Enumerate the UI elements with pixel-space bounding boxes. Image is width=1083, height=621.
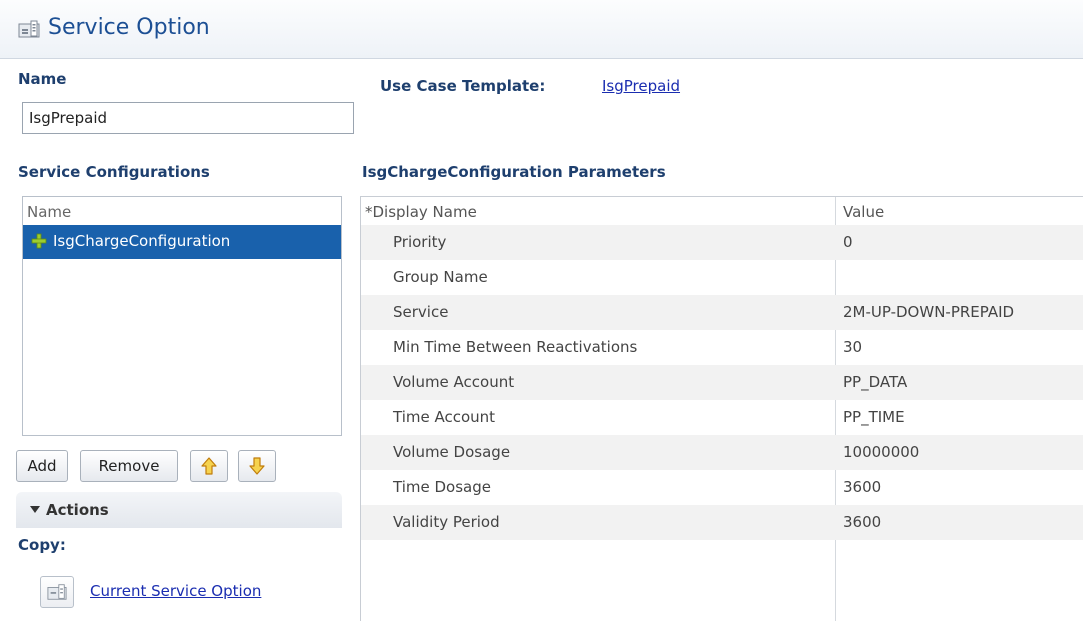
table-row[interactable]: Priority 0 xyxy=(361,225,1083,260)
table-row[interactable]: Min Time Between Reactivations 30 xyxy=(361,330,1083,365)
list-item-label: IsgChargeConfiguration xyxy=(53,232,231,250)
param-value[interactable]: PP_TIME xyxy=(843,408,905,426)
table-row[interactable]: Service 2M-UP-DOWN-PREPAID xyxy=(361,295,1083,330)
param-name: Service xyxy=(393,303,449,321)
plus-icon xyxy=(31,233,47,249)
param-name: Time Dosage xyxy=(393,478,491,496)
name-label: Name xyxy=(18,70,67,88)
table-row[interactable]: Validity Period 3600 xyxy=(361,505,1083,540)
param-value[interactable]: 2M-UP-DOWN-PREPAID xyxy=(843,303,1014,321)
parameters-table: *Display Name Value Priority 0 Group Nam… xyxy=(360,196,1083,621)
table-row[interactable]: Volume Account PP_DATA xyxy=(361,365,1083,400)
parameters-heading: IsgChargeConfiguration Parameters xyxy=(362,163,666,181)
current-service-option-link[interactable]: Current Service Option xyxy=(90,582,261,600)
display-name-column-header[interactable]: *Display Name xyxy=(365,203,477,221)
param-value[interactable]: 3600 xyxy=(843,478,881,496)
use-case-template-link[interactable]: IsgPrepaid xyxy=(602,77,680,95)
actions-title: Actions xyxy=(46,501,109,519)
param-name: Volume Account xyxy=(393,373,515,391)
param-value[interactable]: 10000000 xyxy=(843,443,919,461)
service-option-icon xyxy=(47,584,67,600)
param-name: Min Time Between Reactivations xyxy=(393,338,638,356)
param-name: Time Account xyxy=(393,408,496,426)
param-name: Validity Period xyxy=(393,513,500,531)
list-column-header: Name xyxy=(27,203,72,221)
param-name: Group Name xyxy=(393,268,488,286)
add-button[interactable]: Add xyxy=(16,450,68,482)
value-column-header[interactable]: Value xyxy=(843,203,884,221)
page-header: Service Option xyxy=(0,0,1083,59)
name-input[interactable] xyxy=(22,102,354,134)
table-row[interactable]: Volume Dosage 10000000 xyxy=(361,435,1083,470)
param-value[interactable]: 3600 xyxy=(843,513,881,531)
arrow-up-icon xyxy=(201,457,217,475)
param-value[interactable]: 0 xyxy=(843,233,853,251)
triangle-down-icon xyxy=(30,506,40,513)
move-down-button[interactable] xyxy=(238,450,276,482)
service-configurations-list[interactable]: Name IsgChargeConfiguration xyxy=(22,196,342,436)
service-option-icon xyxy=(18,20,40,38)
move-up-button[interactable] xyxy=(190,450,228,482)
list-item[interactable]: IsgChargeConfiguration xyxy=(23,225,341,259)
table-row[interactable]: Time Dosage 3600 xyxy=(361,470,1083,505)
use-case-template-label: Use Case Template: xyxy=(380,77,546,95)
remove-button[interactable]: Remove xyxy=(80,450,178,482)
actions-panel: Actions Copy: Current Service Option xyxy=(16,492,342,620)
service-configurations-heading: Service Configurations xyxy=(18,163,210,181)
table-row[interactable]: Group Name xyxy=(361,260,1083,295)
param-value[interactable]: 30 xyxy=(843,338,862,356)
copy-label: Copy: xyxy=(18,536,66,554)
actions-header[interactable]: Actions xyxy=(16,492,342,528)
arrow-down-icon xyxy=(249,457,265,475)
page-title: Service Option xyxy=(48,15,210,40)
param-name: Priority xyxy=(393,233,447,251)
table-row[interactable]: Time Account PP_TIME xyxy=(361,400,1083,435)
param-name: Volume Dosage xyxy=(393,443,511,461)
copy-service-option-button[interactable] xyxy=(40,576,74,608)
param-value[interactable]: PP_DATA xyxy=(843,373,907,391)
